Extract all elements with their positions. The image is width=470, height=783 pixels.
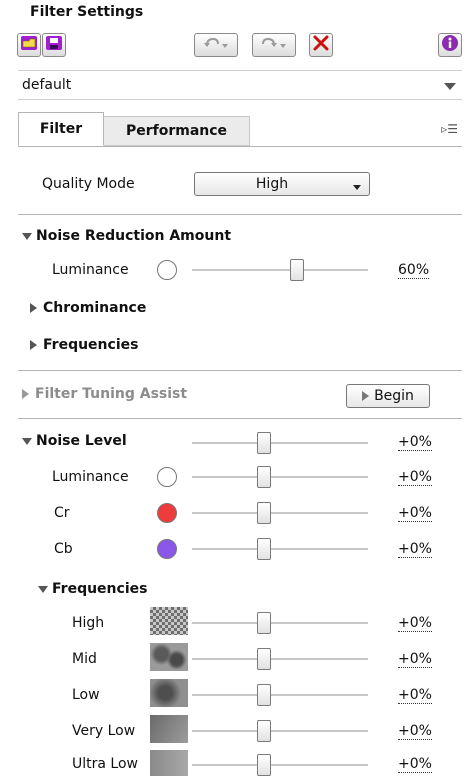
save-icon — [45, 35, 63, 55]
expanded-arrow-icon — [38, 585, 48, 593]
begin-button-label: Begin — [374, 388, 414, 404]
filter-tuning-toggle[interactable]: Filter Tuning Assist — [22, 386, 187, 402]
nl-luminance-slider-thumb[interactable] — [257, 466, 271, 488]
undo-button[interactable] — [194, 33, 238, 57]
panel-menu-icon[interactable]: ▹☰ — [441, 122, 458, 136]
freq-very-low-label: Very Low — [72, 723, 136, 739]
freq-low-label: Low — [72, 687, 100, 703]
tab-performance[interactable]: Performance — [104, 116, 250, 146]
open-preset-button[interactable] — [17, 33, 41, 57]
collapsed-arrow-icon — [30, 303, 37, 313]
quality-mode-label: Quality Mode — [42, 176, 135, 192]
freq-mid-value[interactable]: +0% — [398, 651, 432, 668]
cr-value[interactable]: +0% — [398, 505, 432, 522]
luminance-swatch-icon — [157, 467, 177, 487]
freq-ultra-low-label: Ultra Low — [72, 756, 138, 772]
cr-label: Cr — [54, 505, 70, 521]
info-button[interactable] — [438, 33, 462, 57]
nr-luminance-label: Luminance — [52, 262, 129, 278]
nl-luminance-value[interactable]: +0% — [398, 469, 432, 486]
noise-reduction-section-toggle[interactable]: Noise Reduction Amount — [22, 228, 231, 244]
chevron-down-icon — [444, 83, 456, 90]
filter-tuning-title: Filter Tuning Assist — [35, 386, 188, 402]
freq-high-slider-track[interactable] — [192, 622, 368, 624]
nr-frequencies-label: Frequencies — [43, 337, 139, 353]
high-frequency-pattern-icon — [150, 607, 188, 635]
freq-low-value[interactable]: +0% — [398, 687, 432, 704]
panel-title: Filter Settings — [30, 4, 144, 20]
noise-reduction-title: Noise Reduction Amount — [36, 228, 232, 244]
divider — [18, 418, 462, 419]
tab-filter[interactable]: Filter — [18, 112, 104, 146]
chrominance-label: Chrominance — [43, 300, 147, 316]
nl-luminance-slider-track[interactable] — [192, 476, 368, 478]
freq-ultra-low-value[interactable]: +0% — [398, 756, 432, 773]
nr-luminance-value[interactable]: 60% — [398, 262, 430, 279]
cb-label: Cb — [54, 541, 73, 557]
mid-frequency-pattern-icon — [150, 643, 188, 671]
noise-level-title: Noise Level — [36, 433, 127, 449]
freq-low-slider-track[interactable] — [192, 694, 368, 696]
open-folder-icon — [20, 35, 38, 55]
divider — [18, 214, 462, 215]
quality-mode-value: High — [255, 176, 289, 192]
freq-mid-slider-track[interactable] — [192, 658, 368, 660]
preset-select[interactable]: default — [18, 70, 462, 100]
ultra-low-frequency-pattern-icon — [150, 750, 188, 776]
freq-mid-slider-thumb[interactable] — [257, 648, 271, 670]
freq-low-slider-thumb[interactable] — [257, 684, 271, 706]
frequencies-section-toggle[interactable]: Frequencies — [38, 581, 147, 597]
save-preset-button[interactable] — [42, 33, 66, 57]
freq-very-low-slider-thumb[interactable] — [257, 720, 271, 742]
noise-level-section-toggle[interactable]: Noise Level — [22, 433, 127, 449]
divider — [18, 370, 462, 371]
cr-swatch-icon — [157, 503, 177, 523]
play-icon — [362, 391, 370, 401]
cb-swatch-icon — [157, 539, 177, 559]
cr-slider-thumb[interactable] — [257, 502, 271, 524]
nr-frequencies-section-toggle[interactable]: Frequencies — [30, 337, 138, 353]
freq-mid-label: Mid — [72, 651, 97, 667]
nr-luminance-slider-thumb[interactable] — [290, 259, 304, 281]
cr-slider-track[interactable] — [192, 512, 368, 514]
nr-luminance-slider-track[interactable] — [192, 269, 368, 271]
chevron-down-icon — [353, 185, 361, 190]
noise-level-slider-thumb[interactable] — [257, 432, 271, 454]
freq-very-low-slider-track[interactable] — [192, 730, 368, 732]
reset-button[interactable] — [309, 33, 333, 57]
cb-value[interactable]: +0% — [398, 541, 432, 558]
chrominance-section-toggle[interactable]: Chrominance — [30, 300, 146, 316]
freq-high-slider-thumb[interactable] — [257, 612, 271, 634]
redo-button[interactable] — [252, 33, 296, 57]
freq-high-value[interactable]: +0% — [398, 615, 432, 632]
tab-bar: Filter Performance ▹☰ — [18, 112, 462, 147]
freq-ultra-low-slider-track[interactable] — [192, 764, 368, 766]
low-frequency-pattern-icon — [150, 679, 188, 707]
expanded-arrow-icon — [22, 232, 32, 240]
nl-luminance-label: Luminance — [52, 469, 129, 485]
undo-icon — [201, 35, 231, 55]
noise-level-value[interactable]: +0% — [398, 434, 432, 451]
close-icon — [313, 35, 329, 55]
filter-settings-panel: Filter Settings default Filter Performan… — [0, 0, 470, 783]
preset-value: default — [22, 77, 72, 93]
cb-slider-track[interactable] — [192, 548, 368, 550]
quality-mode-select[interactable]: High — [194, 172, 370, 196]
very-low-frequency-pattern-icon — [150, 715, 188, 743]
info-icon — [441, 34, 459, 56]
collapsed-arrow-icon — [22, 389, 29, 399]
noise-level-slider-track[interactable] — [192, 442, 368, 444]
freq-high-label: High — [72, 615, 105, 631]
redo-icon — [259, 35, 289, 55]
cb-slider-thumb[interactable] — [257, 538, 271, 560]
freq-ultra-low-slider-thumb[interactable] — [257, 754, 271, 776]
collapsed-arrow-icon — [30, 340, 37, 350]
freq-very-low-value[interactable]: +0% — [398, 723, 432, 740]
expanded-arrow-icon — [22, 437, 32, 445]
frequencies-title: Frequencies — [52, 581, 148, 597]
begin-button[interactable]: Begin — [346, 384, 430, 408]
luminance-swatch-icon — [157, 260, 177, 280]
